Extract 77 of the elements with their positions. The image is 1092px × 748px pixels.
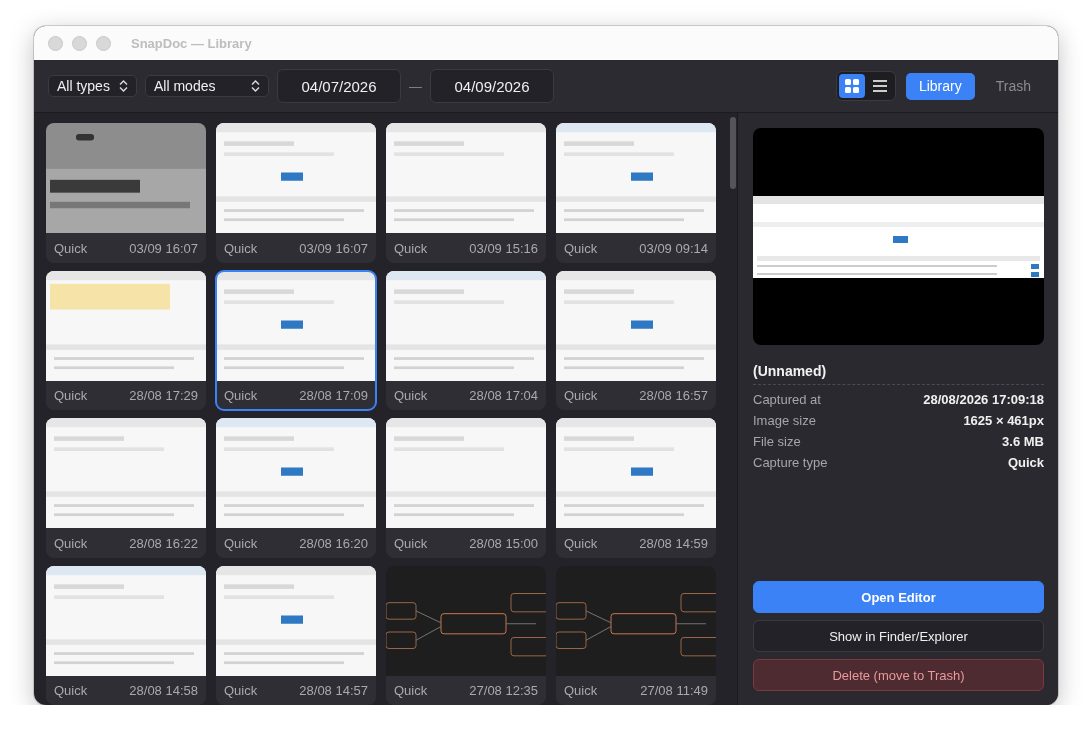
capture-card[interactable]: Quick 28/08 14:58 bbox=[46, 565, 206, 705]
capture-card[interactable]: Quick 28/08 16:20 bbox=[216, 418, 376, 558]
capture-mode: Quick bbox=[224, 240, 258, 256]
capture-card[interactable]: Quick 27/08 12:35 bbox=[386, 565, 546, 705]
capture-mode: Quick bbox=[394, 240, 428, 256]
grid-icon bbox=[844, 79, 859, 93]
capture-time: 03/09 15:16 bbox=[469, 240, 538, 256]
field-value: 28/08/2026 17:09:18 bbox=[923, 392, 1044, 407]
capture-card[interactable]: Quick 28/08 17:09 bbox=[216, 270, 376, 410]
delete-button[interactable]: Delete (move to Trash) bbox=[753, 659, 1044, 691]
date-separator: — bbox=[409, 78, 422, 94]
capture-mode: Quick bbox=[224, 683, 258, 698]
field-label: Captured at bbox=[753, 392, 821, 407]
capture-mode: Quick bbox=[54, 240, 88, 256]
capture-time: 27/08 11:49 bbox=[640, 683, 708, 698]
capture-time: 28/08 17:29 bbox=[129, 388, 198, 403]
capture-time: 28/08 16:57 bbox=[639, 388, 708, 403]
field-value: 3.6 MB bbox=[1002, 434, 1044, 449]
capture-card[interactable]: Quick 27/08 11:49 bbox=[556, 565, 716, 705]
type-dropdown[interactable]: All types bbox=[48, 75, 137, 97]
field-label: Capture type bbox=[753, 455, 828, 470]
capture-time: 28/08 16:22 bbox=[129, 535, 198, 551]
capture-card[interactable]: Quick 03/09 15:16 bbox=[386, 123, 546, 263]
capture-card[interactable]: Quick 28/08 15:00 bbox=[386, 418, 546, 558]
minimize-button[interactable] bbox=[72, 35, 87, 51]
capture-time: 03/09 16:07 bbox=[129, 240, 198, 256]
capture-mode: Quick bbox=[54, 683, 88, 698]
capture-card[interactable]: Quick 28/08 17:04 bbox=[386, 270, 546, 410]
section-tab[interactable]: Library bbox=[905, 72, 975, 100]
capture-mode: Quick bbox=[224, 388, 258, 403]
capture-card[interactable]: Quick 03/09 09:14 bbox=[556, 123, 716, 263]
mode-dropdown[interactable]: All modes bbox=[145, 75, 269, 97]
scroll-thumb[interactable] bbox=[730, 117, 736, 189]
capture-time: 28/08 14:59 bbox=[639, 535, 708, 551]
capture-mode: Quick bbox=[394, 535, 428, 551]
capture-card[interactable]: Quick 03/09 16:07 bbox=[46, 123, 206, 263]
chevron-icon bbox=[119, 80, 128, 92]
window-title: SnapDoc — Library bbox=[131, 35, 252, 51]
date-field[interactable]: 04/07/2026 bbox=[277, 69, 401, 103]
capture-card[interactable]: Quick 28/08 16:57 bbox=[556, 270, 716, 410]
capture-name: (Unnamed) bbox=[753, 363, 1044, 385]
capture-mode: Quick bbox=[394, 683, 428, 698]
field-label: File size bbox=[753, 434, 801, 449]
capture-card[interactable]: Quick 28/08 14:59 bbox=[556, 418, 716, 558]
capture-time: 28/08 17:04 bbox=[469, 388, 538, 403]
capture-time: 03/09 09:14 bbox=[639, 240, 708, 256]
capture-mode: Quick bbox=[564, 388, 598, 403]
capture-time: 28/08 14:58 bbox=[129, 683, 198, 698]
capture-card[interactable]: Quick 28/08 16:22 bbox=[46, 418, 206, 558]
capture-mode: Quick bbox=[54, 388, 88, 403]
chevron-icon bbox=[251, 80, 260, 92]
capture-time: 28/08 17:09 bbox=[299, 388, 368, 403]
field-value: 1625 × 461px bbox=[963, 413, 1044, 428]
zoom-button[interactable] bbox=[96, 35, 111, 51]
capture-mode: Quick bbox=[54, 535, 88, 551]
capture-mode: Quick bbox=[224, 535, 258, 551]
capture-time: 28/08 15:00 bbox=[469, 535, 538, 551]
date-field[interactable]: 04/09/2026 bbox=[430, 69, 554, 103]
capture-mode: Quick bbox=[564, 240, 598, 256]
capture-time: 28/08 16:20 bbox=[299, 535, 368, 551]
capture-time: 27/08 12:35 bbox=[469, 683, 538, 698]
section-tab[interactable]: Trash bbox=[982, 72, 1044, 100]
capture-time: 28/08 14:57 bbox=[299, 683, 368, 698]
field-value: Quick bbox=[1007, 455, 1044, 470]
field-label: Image size bbox=[753, 413, 816, 428]
capture-mode: Quick bbox=[394, 388, 428, 403]
open-editor-button[interactable]: Open Editor bbox=[753, 581, 1044, 613]
capture-card[interactable]: Quick 03/09 16:07 bbox=[216, 123, 376, 263]
capture-time: 03/09 16:07 bbox=[299, 240, 368, 256]
capture-card[interactable]: Quick 28/08 14:57 bbox=[216, 565, 376, 705]
capture-mode: Quick bbox=[564, 683, 598, 698]
close-button[interactable] bbox=[48, 35, 63, 51]
capture-card[interactable]: Quick 28/08 17:29 bbox=[46, 270, 206, 410]
grid-view-button[interactable] bbox=[838, 74, 865, 98]
capture-mode: Quick bbox=[564, 535, 598, 551]
list-icon bbox=[872, 80, 887, 92]
show-in-finder-button[interactable]: Show in Finder/Explorer bbox=[753, 620, 1044, 652]
